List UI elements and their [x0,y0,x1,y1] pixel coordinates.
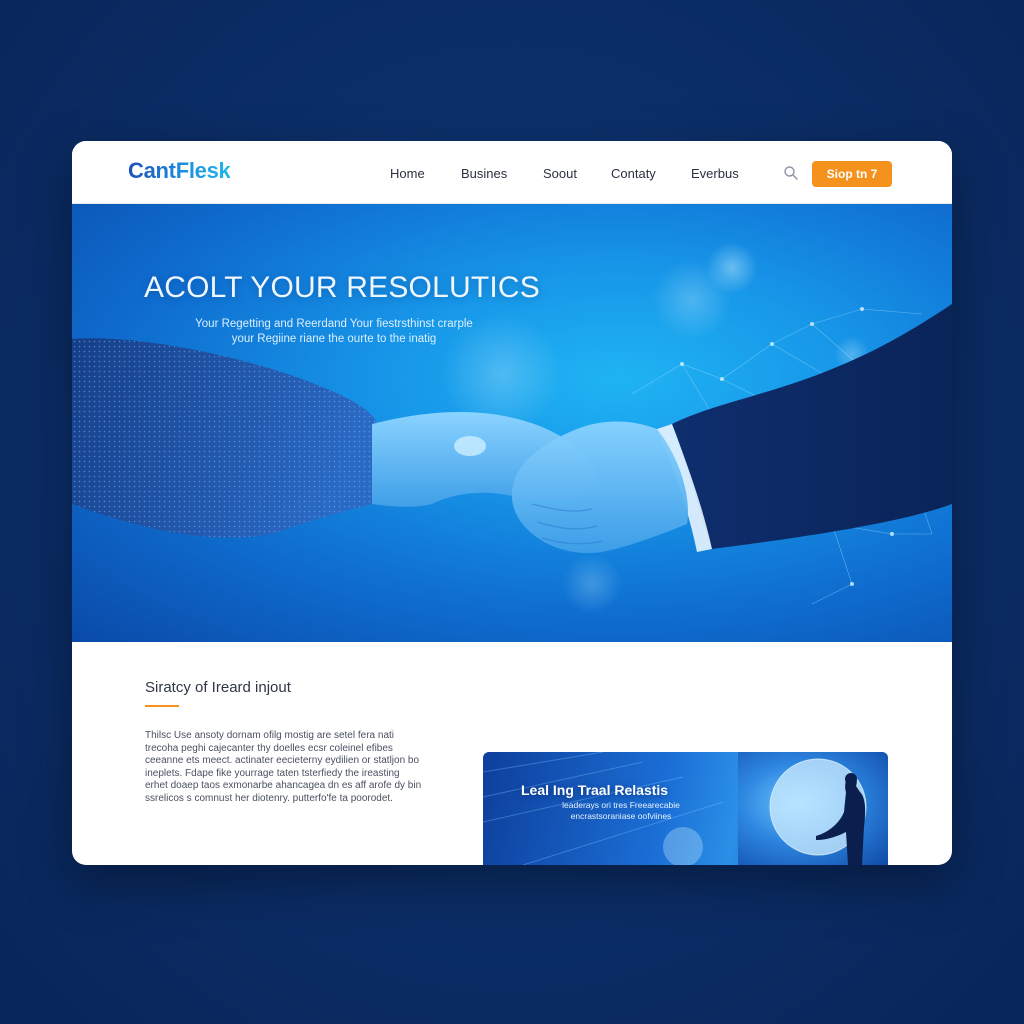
site-header: CantFlesk Home Busines Soout Contaty Eve… [72,141,952,204]
promo-subtitle: leaderays ori tres Freearecabie encrasts… [562,800,680,821]
section-body: Thilsc Use ansoty dornam ofilg mostig ar… [145,730,422,804]
promo-title: Leal Ing Traal Relastis [521,782,669,798]
search-icon[interactable] [783,165,799,181]
nav-contaty[interactable]: Contaty [611,166,656,181]
promo-image [738,752,888,865]
handshake-illustration [72,242,952,614]
section-title: Siratcy of Ireard injout [145,679,291,696]
browser-window: CantFlesk Home Busines Soout Contaty Eve… [72,141,952,865]
nav-everbus[interactable]: Everbus [691,166,739,181]
nav-busines[interactable]: Busines [461,166,507,181]
signup-button[interactable]: Siop tn 7 [812,161,892,187]
nav-home[interactable]: Home [390,166,425,181]
section-underline [145,705,179,707]
promo-card[interactable]: Leal Ing Traal Relastis leaderays ori tr… [483,752,888,865]
hero-title: ACOLT YOUR RESOLUTICS [144,271,540,304]
hero-banner: ACOLT YOUR RESOLUTICS Your Regetting and… [72,204,952,642]
nav-soout[interactable]: Soout [543,166,577,181]
site-logo[interactable]: CantFlesk [128,158,231,184]
hero-subtitle: Your Regetting and Reerdand Your fiestrs… [195,318,473,345]
